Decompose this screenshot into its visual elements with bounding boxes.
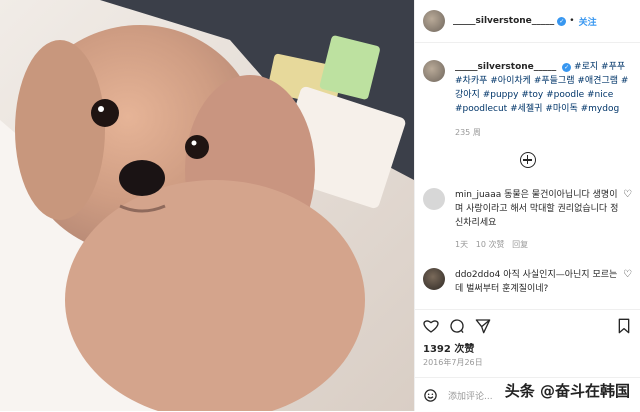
author-avatar[interactable] — [423, 10, 445, 32]
hashtag-link[interactable]: #nice — [587, 90, 613, 100]
comment-username[interactable]: min_juaaa — [455, 190, 501, 200]
comment-item: min_juaaa 동물은 물건이아닙니다 생명이며 사랑이라고 해서 막대할 … — [415, 168, 640, 252]
hashtag-link[interactable]: #puppy — [483, 90, 519, 100]
caption-author-username[interactable]: _____silverstone_____ — [455, 62, 556, 72]
poodle-photo-image — [0, 0, 414, 411]
hashtag-link[interactable]: #푸들그램 — [534, 76, 575, 86]
comment-input[interactable]: 添加评论... — [448, 389, 493, 402]
hashtag-link[interactable]: #푸푸 — [601, 62, 625, 72]
watermark-text: 头条 @奋斗在韩国 — [504, 382, 630, 400]
post-side-panel: _____silverstone_____ ✓ • 关注 _____silver… — [414, 0, 640, 411]
caption-verified-badge-icon: ✓ — [562, 63, 572, 72]
post-header: _____silverstone_____ ✓ • 关注 — [415, 0, 640, 43]
hashtag-link[interactable]: #poodle — [546, 90, 584, 100]
comment-item: ddo2ddo4 아직 사실인지—아닌지 모르는데 벌써부터 훈계질이네? ♡ — [415, 252, 640, 296]
hashtag-link[interactable]: #애견그램 — [577, 76, 618, 86]
comments-scroll-area[interactable]: _____silverstone_____ ✓ #로지 #푸푸 #차카푸 #아이… — [415, 43, 640, 309]
follow-separator: • — [569, 16, 575, 26]
caption-time: 235 周 — [455, 128, 481, 137]
bookmark-icon[interactable] — [616, 318, 632, 334]
verified-badge-icon: ✓ — [557, 16, 567, 26]
post-date: 2016年7月26日 — [423, 358, 483, 367]
comment-icon[interactable] — [449, 318, 465, 334]
comment-reply-button[interactable]: 回复 — [512, 240, 528, 249]
comment-meta: 1天 10 次赞 回复 — [455, 238, 619, 252]
comment-avatar[interactable] — [423, 188, 445, 210]
hashtag-link[interactable]: #차카푸 — [455, 76, 487, 86]
caption-row: _____silverstone_____ ✓ #로지 #푸푸 #차카푸 #아이… — [415, 43, 640, 140]
hashtag-link[interactable]: #poodlecut — [455, 104, 507, 114]
comment-username[interactable]: ddo2ddo4 — [455, 270, 500, 280]
hashtag-link[interactable]: #로지 — [574, 62, 598, 72]
load-more-comments-plus-icon[interactable] — [519, 152, 536, 168]
comment-like-heart-icon[interactable]: ♡ — [623, 188, 632, 252]
emoji-icon[interactable] — [423, 388, 438, 403]
author-username[interactable]: _____silverstone_____ — [453, 16, 554, 26]
caption-author-avatar[interactable] — [423, 60, 445, 82]
share-icon[interactable] — [475, 318, 491, 334]
hashtag-link[interactable]: #세젤귀 — [510, 104, 542, 114]
follow-button[interactable]: 关注 — [579, 15, 597, 28]
comment-like-count[interactable]: 10 次赞 — [476, 240, 505, 249]
comment-avatar[interactable] — [423, 268, 445, 290]
heart-icon[interactable] — [423, 318, 439, 334]
hashtag-link[interactable]: #toy — [521, 90, 543, 100]
post-actions-bar — [415, 309, 640, 342]
hashtag-link[interactable]: #아이차케 — [490, 76, 531, 86]
likes-count[interactable]: 1392 次赞 — [423, 340, 474, 355]
post-photo[interactable] — [0, 0, 414, 411]
comment-like-heart-icon[interactable]: ♡ — [623, 268, 632, 296]
comment-time: 1天 — [455, 240, 469, 249]
hashtag-link[interactable]: #mydog — [581, 104, 620, 114]
hashtag-link[interactable]: #마이독 — [545, 104, 577, 114]
